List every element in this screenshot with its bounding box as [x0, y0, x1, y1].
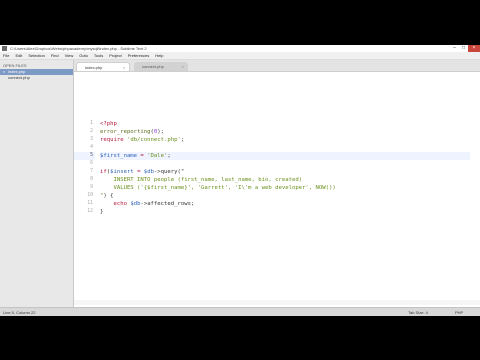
code-token: } [100, 209, 104, 215]
sidebar-header: OPEN FILES [3, 63, 27, 68]
code-line[interactable]: <?php [100, 120, 470, 128]
menu-goto[interactable]: Goto [79, 52, 88, 59]
code-token: ) { [103, 193, 114, 199]
syntax-indicator[interactable]: PHP [455, 308, 463, 316]
line-number: 6 [90, 161, 93, 166]
menu-view[interactable]: View [65, 52, 74, 59]
line-number-gutter: 1 2 3 4 5 6 7 8 9 10 11 12 [74, 120, 95, 216]
tab-label: connect.php [142, 64, 164, 69]
code-token: require [100, 137, 124, 143]
menu-file[interactable]: File [3, 52, 9, 59]
code-token: VALUES ('{$first_name}', 'Garrett', 'I\'… [100, 185, 336, 191]
tab-connect[interactable]: connect.php × [134, 62, 188, 71]
menu-selection[interactable]: Selection [28, 52, 44, 59]
menu-find[interactable]: Find [51, 52, 59, 59]
code-token: $first_name [100, 153, 138, 159]
code-token: ->affected_rows; [140, 201, 195, 207]
menu-edit[interactable]: Edit [15, 52, 22, 59]
line-number: 12 [87, 209, 93, 214]
code-area[interactable]: <?php error_reporting(0); require 'db/conn… [100, 120, 470, 216]
line-number: 8 [90, 177, 93, 182]
code-line[interactable] [100, 144, 470, 152]
sidebar-file-connect[interactable]: connect.php [0, 75, 73, 81]
code-token: <?php [100, 121, 117, 127]
sidebar-file-label: index.php [8, 69, 26, 74]
minimize-button[interactable]: – [450, 45, 459, 52]
menu-bar: File Edit Selection Find View Goto Tools… [0, 52, 480, 60]
close-window-button[interactable]: × [468, 45, 480, 52]
menu-preferences[interactable]: Preferences [128, 52, 150, 59]
menu-project[interactable]: Project [109, 52, 121, 59]
sidebar-file-label: connect.php [8, 75, 30, 80]
line-number: 5 [74, 152, 95, 160]
code-token: $db [130, 201, 141, 207]
maximize-button[interactable]: □ [459, 45, 468, 52]
line-number: 11 [87, 201, 93, 206]
status-bar: Line 5, Column 22 Tab Size: 4 PHP [0, 307, 480, 316]
line-number: 3 [90, 137, 93, 142]
menu-help[interactable]: Help [155, 52, 163, 59]
code-token: error_reporting [100, 129, 151, 135]
code-token: 'db/connect.php' [126, 137, 181, 143]
code-token: 'Dale' [147, 153, 168, 159]
code-line[interactable]: if($insert = $db->query(" [100, 168, 470, 176]
sidebar: OPEN FILES × index.php connect.php [0, 60, 74, 307]
app-icon [2, 46, 7, 51]
tab-size-indicator[interactable]: Tab Size: 4 [408, 308, 428, 316]
line-number: 2 [90, 129, 93, 134]
code-token: ; [180, 137, 185, 143]
code-line[interactable]: VALUES ('{$first_name}', 'Garrett', 'I\'… [100, 184, 470, 192]
code-token: ); [157, 129, 165, 135]
code-token: ; [167, 153, 171, 159]
close-icon[interactable]: × [123, 63, 125, 71]
code-token: ->query(" [153, 169, 185, 175]
line-number: 9 [90, 185, 93, 190]
tab-label: index.php [85, 65, 103, 70]
window-title: C:\Users\Alex\Dropbox\Webs\phpacademy\my… [10, 46, 147, 51]
code-line[interactable]: INSERT INTO people (first_name, last_nam… [100, 176, 470, 184]
code-token: $insert [110, 169, 134, 175]
line-number: 4 [90, 145, 93, 150]
title-bar: C:\Users\Alex\Dropbox\Webs\phpacademy\my… [0, 45, 480, 52]
tab-bar: index.php × connect.php × [74, 60, 480, 72]
tab-index[interactable]: index.php × [76, 62, 130, 71]
code-line[interactable]: error_reporting(0); [100, 128, 470, 136]
code-token: INSERT INTO people (first_name, last_nam… [100, 177, 303, 183]
code-line[interactable] [100, 160, 470, 168]
code-line[interactable]: } [100, 208, 470, 216]
cursor-position: Line 5, Column 22 [3, 310, 36, 315]
code-token: $db [143, 169, 154, 175]
code-token: if [100, 169, 107, 175]
menu-tools[interactable]: Tools [94, 52, 103, 59]
line-number: 1 [90, 121, 93, 126]
code-editor[interactable]: 1 2 3 4 5 6 7 8 9 10 11 12 <?php error_reporting(0);… [74, 72, 480, 307]
horizontal-scrollbar[interactable] [74, 300, 480, 305]
code-line[interactable]: echo $db->affected_rows; [100, 200, 470, 208]
sublime-window: C:\Users\Alex\Dropbox\Webs\phpacademy\my… [0, 45, 480, 316]
code-line[interactable]: require 'db/connect.php'; [100, 136, 470, 144]
code-line[interactable]: ") { [100, 192, 470, 200]
line-number: 10 [87, 193, 93, 198]
close-icon[interactable]: × [182, 62, 184, 71]
code-line[interactable]: $first_name = 'Dale'; [100, 152, 470, 160]
line-number: 7 [90, 169, 93, 174]
code-token: echo [113, 201, 127, 207]
